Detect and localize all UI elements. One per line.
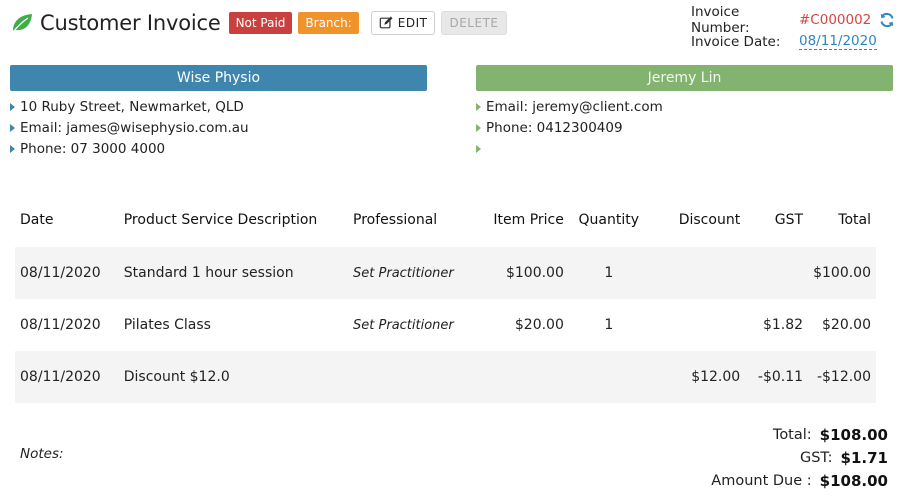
table-header-row: Date Product Service Description Profess… — [15, 192, 876, 247]
amount-due-value: $108.00 — [819, 471, 888, 490]
total-value: $108.00 — [819, 425, 888, 444]
column-header-quantity: Quantity — [578, 211, 640, 228]
column-header-description: Product Service Description — [123, 211, 318, 228]
leaf-icon — [12, 14, 32, 33]
triangle-right-icon — [10, 144, 15, 153]
gst-value: $1.71 — [840, 448, 888, 467]
totals-summary: Total: $108.00 GST: $1.71 Amount Due : $… — [711, 423, 888, 492]
cell-item-price: $20.00 — [514, 317, 564, 333]
invoice-meta: Invoice Number: #C000002 Invoice Date: 0… — [691, 4, 895, 53]
triangle-right-icon — [476, 123, 481, 132]
set-practitioner-link[interactable]: Set Practitioner — [348, 299, 487, 351]
client-name: Jeremy Lin — [476, 65, 893, 91]
total-label: Total: — [772, 426, 812, 443]
cell-item-price — [487, 351, 569, 403]
cell-discount — [649, 299, 746, 351]
branch-badge[interactable]: Branch: — [298, 12, 359, 34]
column-header-item-price: Item Price — [493, 211, 564, 228]
gst-label: GST: — [799, 449, 833, 466]
status-badge: Not Paid — [228, 12, 293, 34]
cell-professional — [348, 351, 488, 403]
notes-label[interactable]: Notes: — [20, 446, 64, 462]
table-row: 08/11/2020 Standard 1 hour session Set P… — [15, 247, 876, 299]
cell-discount: $12.00 — [648, 351, 746, 403]
business-address: 10 Ruby Street, Newmarket, QLD — [10, 96, 427, 117]
cell-discount — [648, 247, 746, 299]
table-row: 08/11/2020 Pilates Class Set Practitione… — [15, 299, 876, 351]
delete-button[interactable]: DELETE — [441, 11, 507, 35]
cell-total: -$12.00 — [808, 351, 876, 403]
cell-gst: -$0.11 — [745, 351, 809, 403]
invoice-items-table: Date Product Service Description Profess… — [15, 192, 876, 403]
cell-total: $100.00 — [808, 247, 876, 299]
client-email: Email: jeremy@client.com — [476, 96, 893, 117]
table-row: 08/11/2020 Discount $12.0 $12.00 -$0.11 … — [15, 351, 876, 403]
invoice-date-label: Invoice Date: — [691, 34, 781, 50]
edit-button-label: EDIT — [397, 16, 428, 30]
business-name: Wise Physio — [10, 65, 427, 91]
cell-date: 08/11/2020 — [20, 317, 101, 333]
cell-description: Discount $12.0 — [118, 351, 349, 403]
cell-gst: $1.82 — [762, 317, 804, 333]
amount-due-label: Amount Due : — [711, 472, 812, 489]
set-practitioner-link[interactable]: Set Practitioner — [348, 247, 488, 299]
edit-button[interactable]: EDIT — [370, 11, 436, 35]
business-email: Email: james@wisephysio.com.au — [10, 117, 427, 138]
client-extra — [476, 138, 893, 159]
refresh-icon[interactable] — [879, 12, 895, 28]
invoice-number: #C000002 — [799, 12, 872, 28]
invoice-header: Customer Invoice Not Paid Branch: EDIT D… — [10, 8, 507, 38]
column-header-total: Total — [838, 211, 871, 228]
pencil-icon — [379, 16, 393, 29]
cell-quantity — [568, 351, 649, 403]
triangle-right-icon — [10, 123, 15, 132]
cell-item-price: $100.00 — [487, 247, 569, 299]
cell-quantity: 1 — [604, 317, 614, 333]
cell-date: 08/11/2020 — [15, 351, 119, 403]
triangle-right-icon — [476, 102, 481, 111]
column-header-discount: Discount — [678, 211, 741, 228]
column-header-gst: GST — [774, 211, 804, 228]
cell-quantity: 1 — [568, 247, 649, 299]
triangle-right-icon — [476, 144, 481, 153]
triangle-right-icon — [10, 102, 15, 111]
business-phone: Phone: 07 3000 4000 — [10, 138, 427, 159]
cell-description: Pilates Class — [123, 317, 211, 333]
page-title: Customer Invoice — [40, 11, 221, 35]
cell-date: 08/11/2020 — [15, 247, 119, 299]
cell-total: $20.00 — [822, 317, 871, 333]
invoice-number-label: Invoice Number: — [691, 4, 750, 36]
invoice-date-field[interactable]: 08/11/2020 — [799, 34, 877, 50]
business-panel: Wise Physio 10 Ruby Street, Newmarket, Q… — [10, 65, 427, 159]
client-phone: Phone: 0412300409 — [476, 117, 893, 138]
cell-description: Standard 1 hour session — [118, 247, 349, 299]
column-header-professional: Professional — [353, 211, 438, 228]
column-header-date: Date — [20, 211, 54, 228]
cell-gst — [745, 247, 809, 299]
client-panel: Jeremy Lin Email: jeremy@client.com Phon… — [476, 65, 893, 159]
